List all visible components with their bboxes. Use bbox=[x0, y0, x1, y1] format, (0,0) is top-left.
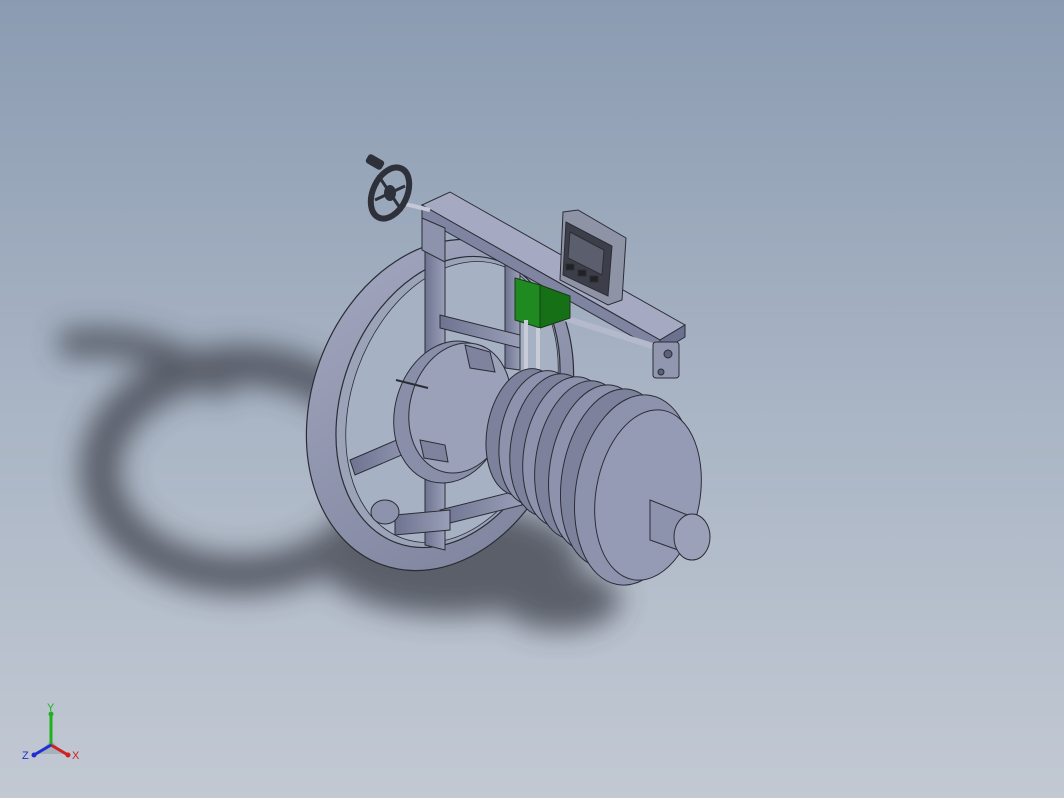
z-axis-tip bbox=[31, 752, 37, 758]
graphics-viewport[interactable]: Y X Z bbox=[0, 0, 1064, 798]
z-axis-label: Z bbox=[22, 750, 29, 762]
x-axis-label: X bbox=[72, 750, 80, 762]
handwheel bbox=[365, 154, 413, 222]
x-axis-tip bbox=[65, 752, 71, 758]
coordinate-triad: Y X Z bbox=[22, 702, 80, 762]
y-axis-label: Y bbox=[47, 702, 55, 714]
cad-model-view[interactable] bbox=[0, 0, 1064, 798]
